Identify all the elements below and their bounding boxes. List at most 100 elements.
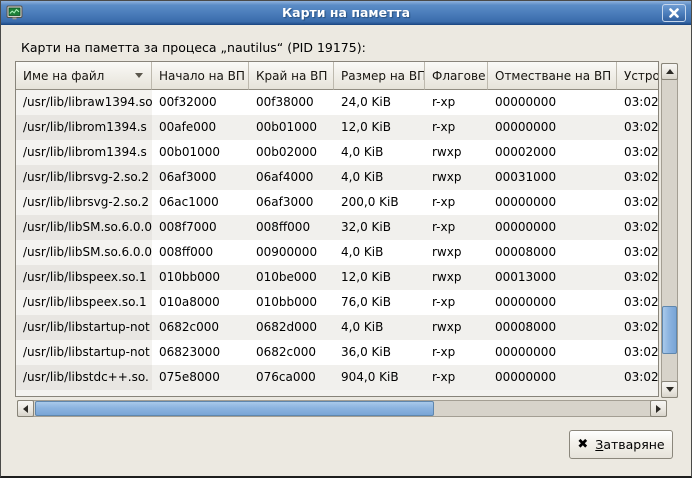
- table-cell: 03:02: [617, 215, 659, 240]
- window-close-button[interactable]: [662, 4, 686, 22]
- table-cell: r-xp: [425, 290, 488, 315]
- table-cell: 904,0 KiB: [334, 365, 425, 390]
- table-cell: r-xp: [425, 90, 488, 115]
- table-cell: 12,0 KiB: [334, 115, 425, 140]
- table-cell: 4,0 KiB: [334, 315, 425, 340]
- table-row[interactable]: /usr/lib/libstartup-not0682c0000682d0004…: [16, 315, 658, 340]
- column-header-filename[interactable]: Име на файл: [16, 62, 152, 90]
- table-cell: /usr/lib/libSM.so.6.0.0: [16, 215, 152, 240]
- table-cell: 00002000: [488, 140, 617, 165]
- table-row[interactable]: /usr/lib/libSM.so.6.0.0008ff000009000004…: [16, 240, 658, 265]
- table-cell: 00b02000: [249, 140, 334, 165]
- column-header-device[interactable]: Устройство: [617, 62, 659, 90]
- table-cell: 03:02: [617, 140, 659, 165]
- table-cell: 200,0 KiB: [334, 190, 425, 215]
- table-cell: /usr/lib/libstartup-not: [16, 315, 152, 340]
- table-row[interactable]: /usr/lib/librom1394.s00afe00000b0100012,…: [16, 115, 658, 140]
- arrow-down-icon: [666, 387, 674, 392]
- scroll-up-button[interactable]: [661, 63, 678, 80]
- scroll-down-button[interactable]: [661, 381, 678, 398]
- table-cell: 03:02: [617, 90, 659, 115]
- column-header-vm-start[interactable]: Начало на ВП: [152, 62, 249, 90]
- table-cell: 008ff000: [249, 215, 334, 240]
- table-cell: 03:02: [617, 340, 659, 365]
- table-cell: r-xp: [425, 215, 488, 240]
- column-header-vm-end[interactable]: Край на ВП: [249, 62, 334, 90]
- table-row[interactable]: /usr/lib/libspeex.so.1010a8000010bb00076…: [16, 290, 658, 315]
- table-cell: 03:02: [617, 115, 659, 140]
- table-cell: 0682c000: [249, 340, 334, 365]
- table-cell: 03:02: [617, 165, 659, 190]
- sort-descending-icon: [135, 73, 143, 78]
- table-cell: 00afe000: [152, 115, 249, 140]
- table-cell: 24,0 KiB: [334, 90, 425, 115]
- close-icon: [669, 8, 679, 18]
- table-row[interactable]: /usr/lib/libstdc++.so.075e8000076ca00090…: [16, 365, 658, 390]
- arrow-left-icon: [23, 405, 28, 413]
- table-cell: 0682c000: [152, 315, 249, 340]
- table-cell: 00013000: [488, 265, 617, 290]
- table-cell: /usr/lib/librom1394.s: [16, 115, 152, 140]
- table-cell: 00000000: [488, 365, 617, 390]
- table-cell: r-xp: [425, 115, 488, 140]
- table-cell: 03:02: [617, 315, 659, 340]
- table-cell: /usr/lib/libSM.so.6.0.0: [16, 240, 152, 265]
- table-cell: 008ff000: [152, 240, 249, 265]
- memory-maps-table: Име на файл Начало на ВП Край на ВП Разм…: [15, 61, 659, 397]
- table-cell: 32,0 KiB: [334, 215, 425, 240]
- table-cell: /usr/lib/libstdc++.so.: [16, 365, 152, 390]
- table-cell: 010bb000: [249, 290, 334, 315]
- table-cell: /usr/lib/libstartup-not: [16, 340, 152, 365]
- table-row-partial: [16, 390, 658, 396]
- table-cell: 4,0 KiB: [334, 240, 425, 265]
- table-cell: 00f38000: [249, 90, 334, 115]
- table-row[interactable]: /usr/lib/libSM.so.6.0.0008f7000008ff0003…: [16, 215, 658, 240]
- table-cell: 06ac1000: [152, 190, 249, 215]
- table-cell: 06823000: [152, 340, 249, 365]
- table-cell: r-xp: [425, 365, 488, 390]
- vertical-scrollbar[interactable]: [661, 63, 678, 398]
- arrow-up-icon: [666, 69, 674, 74]
- scroll-right-button[interactable]: [650, 400, 667, 417]
- table-cell: 03:02: [617, 240, 659, 265]
- horizontal-scroll-thumb[interactable]: [35, 401, 434, 416]
- table-cell: 06af3000: [152, 165, 249, 190]
- scroll-left-button[interactable]: [17, 400, 34, 417]
- close-x-icon: ✖: [577, 437, 588, 452]
- table-cell: 00900000: [249, 240, 334, 265]
- table-row[interactable]: /usr/lib/libspeex.so.1010bb000010be00012…: [16, 265, 658, 290]
- table-cell: 00008000: [488, 240, 617, 265]
- window-title: Карти на паметта: [1, 5, 691, 20]
- table-cell: 00000000: [488, 190, 617, 215]
- table-cell: 76,0 KiB: [334, 290, 425, 315]
- table-body: /usr/lib/libraw1394.so00f3200000f3800024…: [16, 90, 658, 390]
- column-header-vm-size[interactable]: Размер на ВП: [334, 62, 425, 90]
- table-cell: 008f7000: [152, 215, 249, 240]
- horizontal-scrollbar[interactable]: [17, 400, 667, 417]
- table-cell: 12,0 KiB: [334, 265, 425, 290]
- table-cell: 010a8000: [152, 290, 249, 315]
- table-cell: 0682d000: [249, 315, 334, 340]
- table-header: Име на файл Начало на ВП Край на ВП Разм…: [16, 62, 658, 90]
- vertical-scroll-thumb[interactable]: [662, 306, 677, 354]
- table-cell: 06af3000: [249, 190, 334, 215]
- table-row[interactable]: /usr/lib/librsvg-2.so.206af300006af40004…: [16, 165, 658, 190]
- table-cell: /usr/lib/libspeex.so.1: [16, 265, 152, 290]
- table-cell: rwxp: [425, 140, 488, 165]
- table-cell: 00000000: [488, 215, 617, 240]
- titlebar[interactable]: Карти на паметта: [1, 1, 691, 25]
- table-cell: 03:02: [617, 265, 659, 290]
- column-header-flags[interactable]: Флагове: [425, 62, 488, 90]
- table-cell: 4,0 KiB: [334, 140, 425, 165]
- table-row[interactable]: /usr/lib/libstartup-not068230000682c0003…: [16, 340, 658, 365]
- close-dialog-button[interactable]: ✖ Затваряне: [569, 430, 673, 459]
- column-header-vm-offset[interactable]: Отместване на ВП: [488, 62, 617, 90]
- table-cell: /usr/lib/librsvg-2.so.2: [16, 165, 152, 190]
- table-row[interactable]: /usr/lib/libraw1394.so00f3200000f3800024…: [16, 90, 658, 115]
- table-row[interactable]: /usr/lib/librom1394.s00b0100000b020004,0…: [16, 140, 658, 165]
- table-cell: 010bb000: [152, 265, 249, 290]
- table-row[interactable]: /usr/lib/librsvg-2.so.206ac100006af30002…: [16, 190, 658, 215]
- arrow-right-icon: [656, 405, 661, 413]
- table-cell: rwxp: [425, 165, 488, 190]
- table-cell: r-xp: [425, 190, 488, 215]
